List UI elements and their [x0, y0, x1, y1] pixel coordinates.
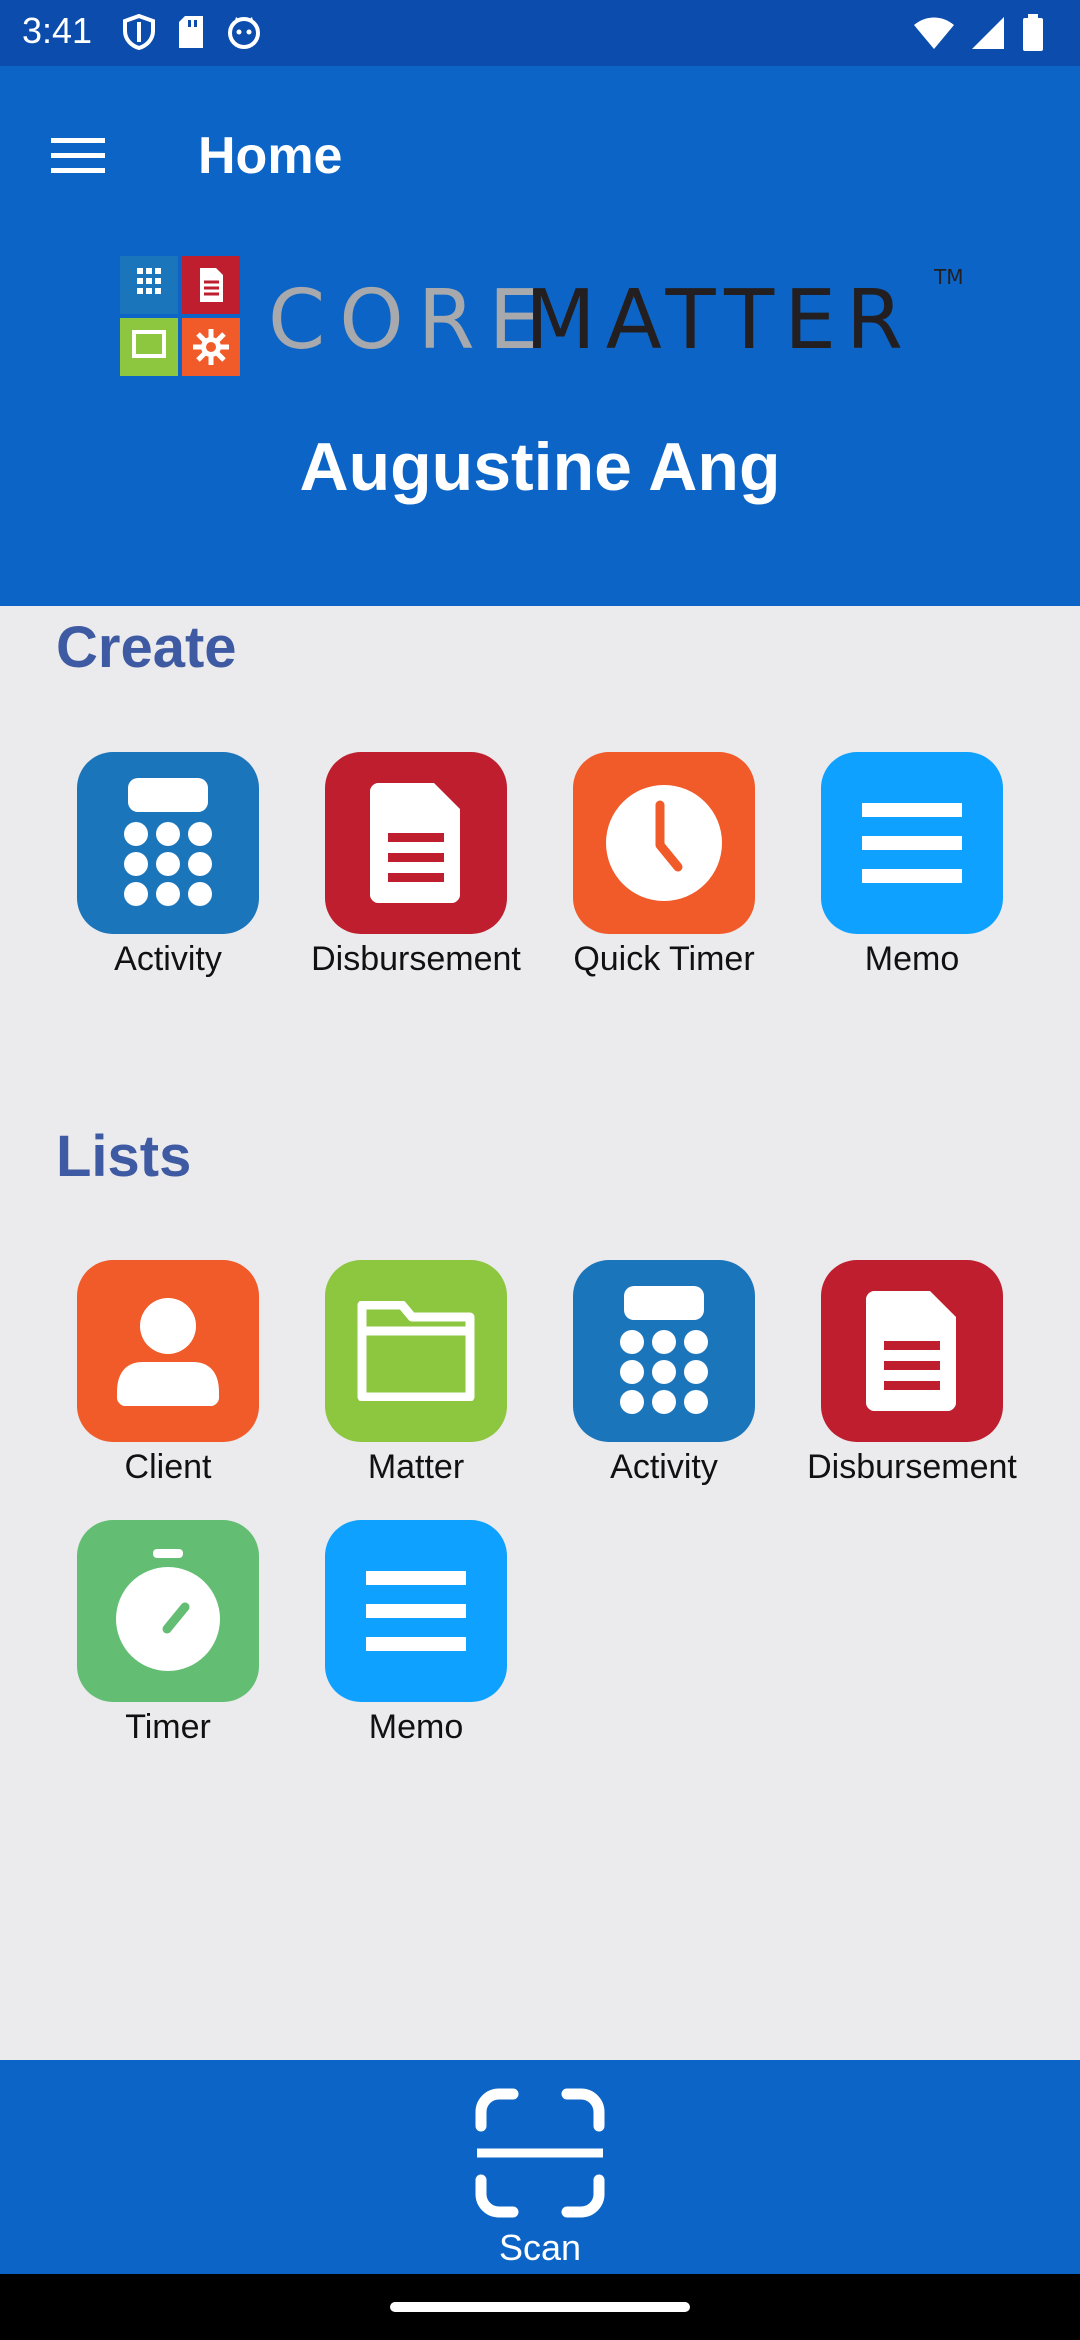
tile-label: Disbursement	[807, 1448, 1017, 1486]
tile-label: Activity	[114, 940, 222, 978]
signal-icon	[972, 17, 1004, 49]
memo-lines-icon	[366, 1571, 466, 1651]
list-activity-icon-box	[573, 1260, 755, 1442]
create-section-title: Create	[56, 615, 237, 680]
create-activity-tile[interactable]: Activity	[44, 752, 292, 979]
tile-label: Memo	[368, 1708, 464, 1746]
create-memo-icon-box	[821, 752, 1003, 934]
coremattter-logo: CORE MATTER TM	[120, 256, 970, 391]
document-icon	[866, 1291, 956, 1411]
menu-button[interactable]	[36, 114, 120, 198]
person-icon	[117, 1298, 219, 1406]
create-memo-tile[interactable]: Memo	[788, 752, 1036, 979]
home-gesture-handle[interactable]	[390, 2302, 690, 2312]
list-matter-icon-box	[325, 1260, 507, 1442]
scan-button[interactable]: Scan	[440, 2070, 640, 2268]
list-memo-tile[interactable]: Memo	[292, 1520, 540, 1747]
battery-icon	[1023, 14, 1043, 51]
create-quick-timer-icon-box	[573, 752, 755, 934]
scan-label: Scan	[498, 2227, 582, 2268]
cat-face-icon	[228, 17, 260, 49]
list-matter-tile[interactable]: Matter	[292, 1260, 540, 1487]
stopwatch-icon	[116, 1549, 220, 1671]
calculator-icon	[620, 1286, 708, 1414]
tile-label: Timer	[125, 1708, 211, 1746]
sd-card-icon	[179, 16, 203, 48]
clock-icon	[606, 785, 722, 901]
create-disbursement-tile[interactable]: Disbursement	[292, 752, 540, 979]
logo-graphic: CORE MATTER TM	[120, 256, 963, 376]
list-client-icon-box	[77, 1260, 259, 1442]
app-header: Home CORE MATTER TM Augustine Ang	[0, 66, 1080, 606]
create-disbursement-icon-box	[325, 752, 507, 934]
user-name: Augustine Ang	[299, 429, 781, 505]
list-client-tile[interactable]: Client	[44, 1260, 292, 1487]
tile-label: Matter	[367, 1448, 465, 1486]
system-nav-bar	[0, 2274, 1080, 2340]
logo-trademark: TM	[933, 265, 963, 289]
list-timer-icon-box	[77, 1520, 259, 1702]
list-disbursement-tile[interactable]: Disbursement	[788, 1260, 1036, 1487]
logo-text-matter: MATTER	[525, 273, 913, 368]
hamburger-menu-icon	[51, 138, 105, 173]
tile-label: Client	[124, 1448, 212, 1486]
memo-lines-icon	[862, 803, 962, 883]
list-activity-tile[interactable]: Activity	[540, 1260, 788, 1487]
logo-text-core: CORE	[268, 273, 555, 368]
status-left-icons	[122, 14, 262, 50]
tile-label: Disbursement	[311, 940, 521, 978]
create-activity-icon-box	[77, 752, 259, 934]
list-disbursement-icon-box	[821, 1260, 1003, 1442]
list-memo-icon-box	[325, 1520, 507, 1702]
tile-label: Memo	[864, 940, 960, 978]
status-bar: 3:41	[0, 0, 1080, 66]
shield-icon	[123, 14, 155, 50]
page-title: Home	[198, 127, 343, 185]
list-timer-tile[interactable]: Timer	[44, 1520, 292, 1747]
status-time: 3:41	[22, 10, 93, 51]
document-icon	[370, 783, 460, 903]
bottom-bar: Scan	[0, 2060, 1080, 2274]
folder-icon	[357, 1301, 475, 1401]
status-right-icons	[914, 14, 1044, 52]
create-quick-timer-tile[interactable]: Quick Timer	[540, 752, 788, 979]
tile-label: Quick Timer	[573, 940, 755, 978]
scan-frame-icon	[475, 2088, 605, 2218]
lists-section-title: Lists	[56, 1124, 192, 1189]
calculator-icon	[124, 778, 212, 906]
wifi-icon	[914, 17, 954, 49]
tile-label: Activity	[610, 1448, 718, 1486]
